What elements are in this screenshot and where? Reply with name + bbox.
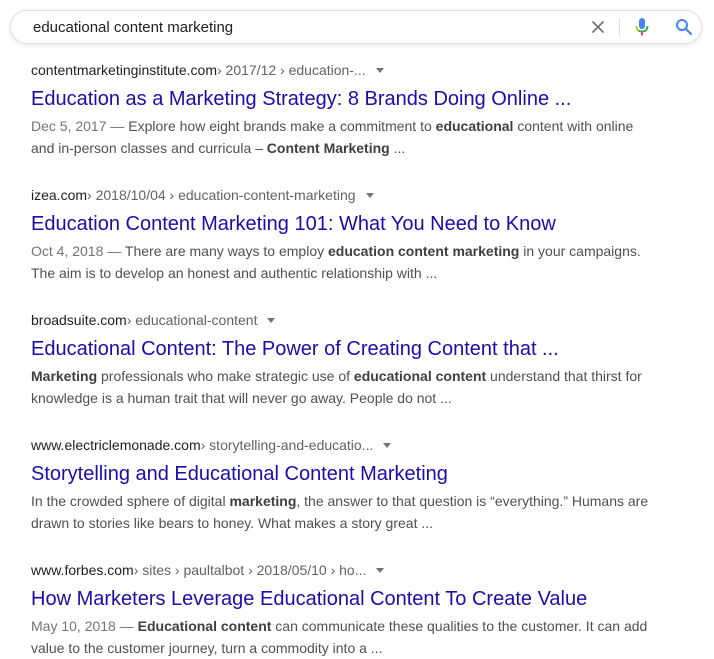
chevron-down-icon[interactable] <box>383 443 392 448</box>
snippet-keyword: Marketing <box>31 368 98 384</box>
search-bar-divider <box>619 18 620 37</box>
search-result: izea.com › 2018/10/04 › education-conten… <box>31 185 651 284</box>
close-icon <box>592 21 604 33</box>
snippet-keyword: education content marketing <box>328 243 520 259</box>
chevron-down-icon[interactable] <box>365 193 374 198</box>
result-snippet: May 10, 2018 — Educational content can c… <box>31 618 648 656</box>
result-title-link[interactable]: How Marketers Leverage Educational Conte… <box>31 586 651 612</box>
result-path: › sites › paultalbot › 2018/05/10 › ho..… <box>133 562 367 578</box>
search-bar[interactable] <box>10 10 702 44</box>
result-host: www.electriclemonade.com <box>31 437 201 453</box>
result-date: Dec 5, 2017 — <box>31 118 129 134</box>
result-title-link[interactable]: Educational Content: The Power of Creati… <box>31 336 651 362</box>
result-host: contentmarketinginstitute.com <box>31 62 217 78</box>
chevron-down-icon[interactable] <box>376 568 385 573</box>
snippet-keyword: Content Marketing <box>266 140 390 156</box>
result-date: May 10, 2018 — <box>31 618 138 634</box>
result-path: › storytelling-and-educatio... <box>200 437 374 453</box>
snippet-keyword: educational content <box>353 368 487 384</box>
result-title-link[interactable]: Storytelling and Educational Content Mar… <box>31 461 651 487</box>
result-title-link[interactable]: Education as a Marketing Strategy: 8 Bra… <box>31 86 651 112</box>
chevron-down-icon[interactable] <box>267 318 276 323</box>
result-url: broadsuite.com › educational-content <box>31 310 651 330</box>
search-result: broadsuite.com › educational-content Edu… <box>31 310 651 409</box>
result-title-link[interactable]: Education Content Marketing 101: What Yo… <box>31 211 651 237</box>
result-snippet: Oct 4, 2018 — There are many ways to emp… <box>31 243 641 281</box>
result-path: › 2017/12 › education-... <box>216 62 366 78</box>
search-button[interactable] <box>671 11 697 43</box>
snippet-keyword: Educational content <box>137 618 272 634</box>
result-snippet: Dec 5, 2017 — Explore how eight brands m… <box>31 118 634 156</box>
search-result: contentmarketinginstitute.com › 2017/12 … <box>31 60 651 159</box>
microphone-icon <box>635 18 649 36</box>
voice-search-button[interactable] <box>629 11 655 43</box>
search-icon <box>676 19 693 36</box>
snippet-keyword: educational <box>435 118 514 134</box>
result-snippet: In the crowded sphere of digital marketi… <box>31 493 649 531</box>
snippet-keyword: marketing <box>229 493 297 509</box>
chevron-down-icon[interactable] <box>375 68 384 73</box>
search-result: www.forbes.com › sites › paultalbot › 20… <box>31 560 651 659</box>
result-host: izea.com <box>31 187 88 203</box>
result-path: › educational-content <box>126 312 258 328</box>
search-result: www.electriclemonade.com › storytelling-… <box>31 435 651 534</box>
search-input[interactable] <box>33 11 573 43</box>
result-url: contentmarketinginstitute.com › 2017/12 … <box>31 60 651 80</box>
result-url: www.electriclemonade.com › storytelling-… <box>31 435 651 455</box>
result-url: www.forbes.com › sites › paultalbot › 20… <box>31 560 651 580</box>
result-snippet: Marketing professionals who make strateg… <box>31 368 642 406</box>
clear-search-button[interactable] <box>585 11 611 43</box>
result-host: www.forbes.com <box>31 562 134 578</box>
result-host: broadsuite.com <box>31 312 127 328</box>
result-url: izea.com › 2018/10/04 › education-conten… <box>31 185 651 205</box>
result-date: Oct 4, 2018 — <box>31 243 125 259</box>
result-path: › 2018/10/04 › education-content-marketi… <box>87 187 356 203</box>
